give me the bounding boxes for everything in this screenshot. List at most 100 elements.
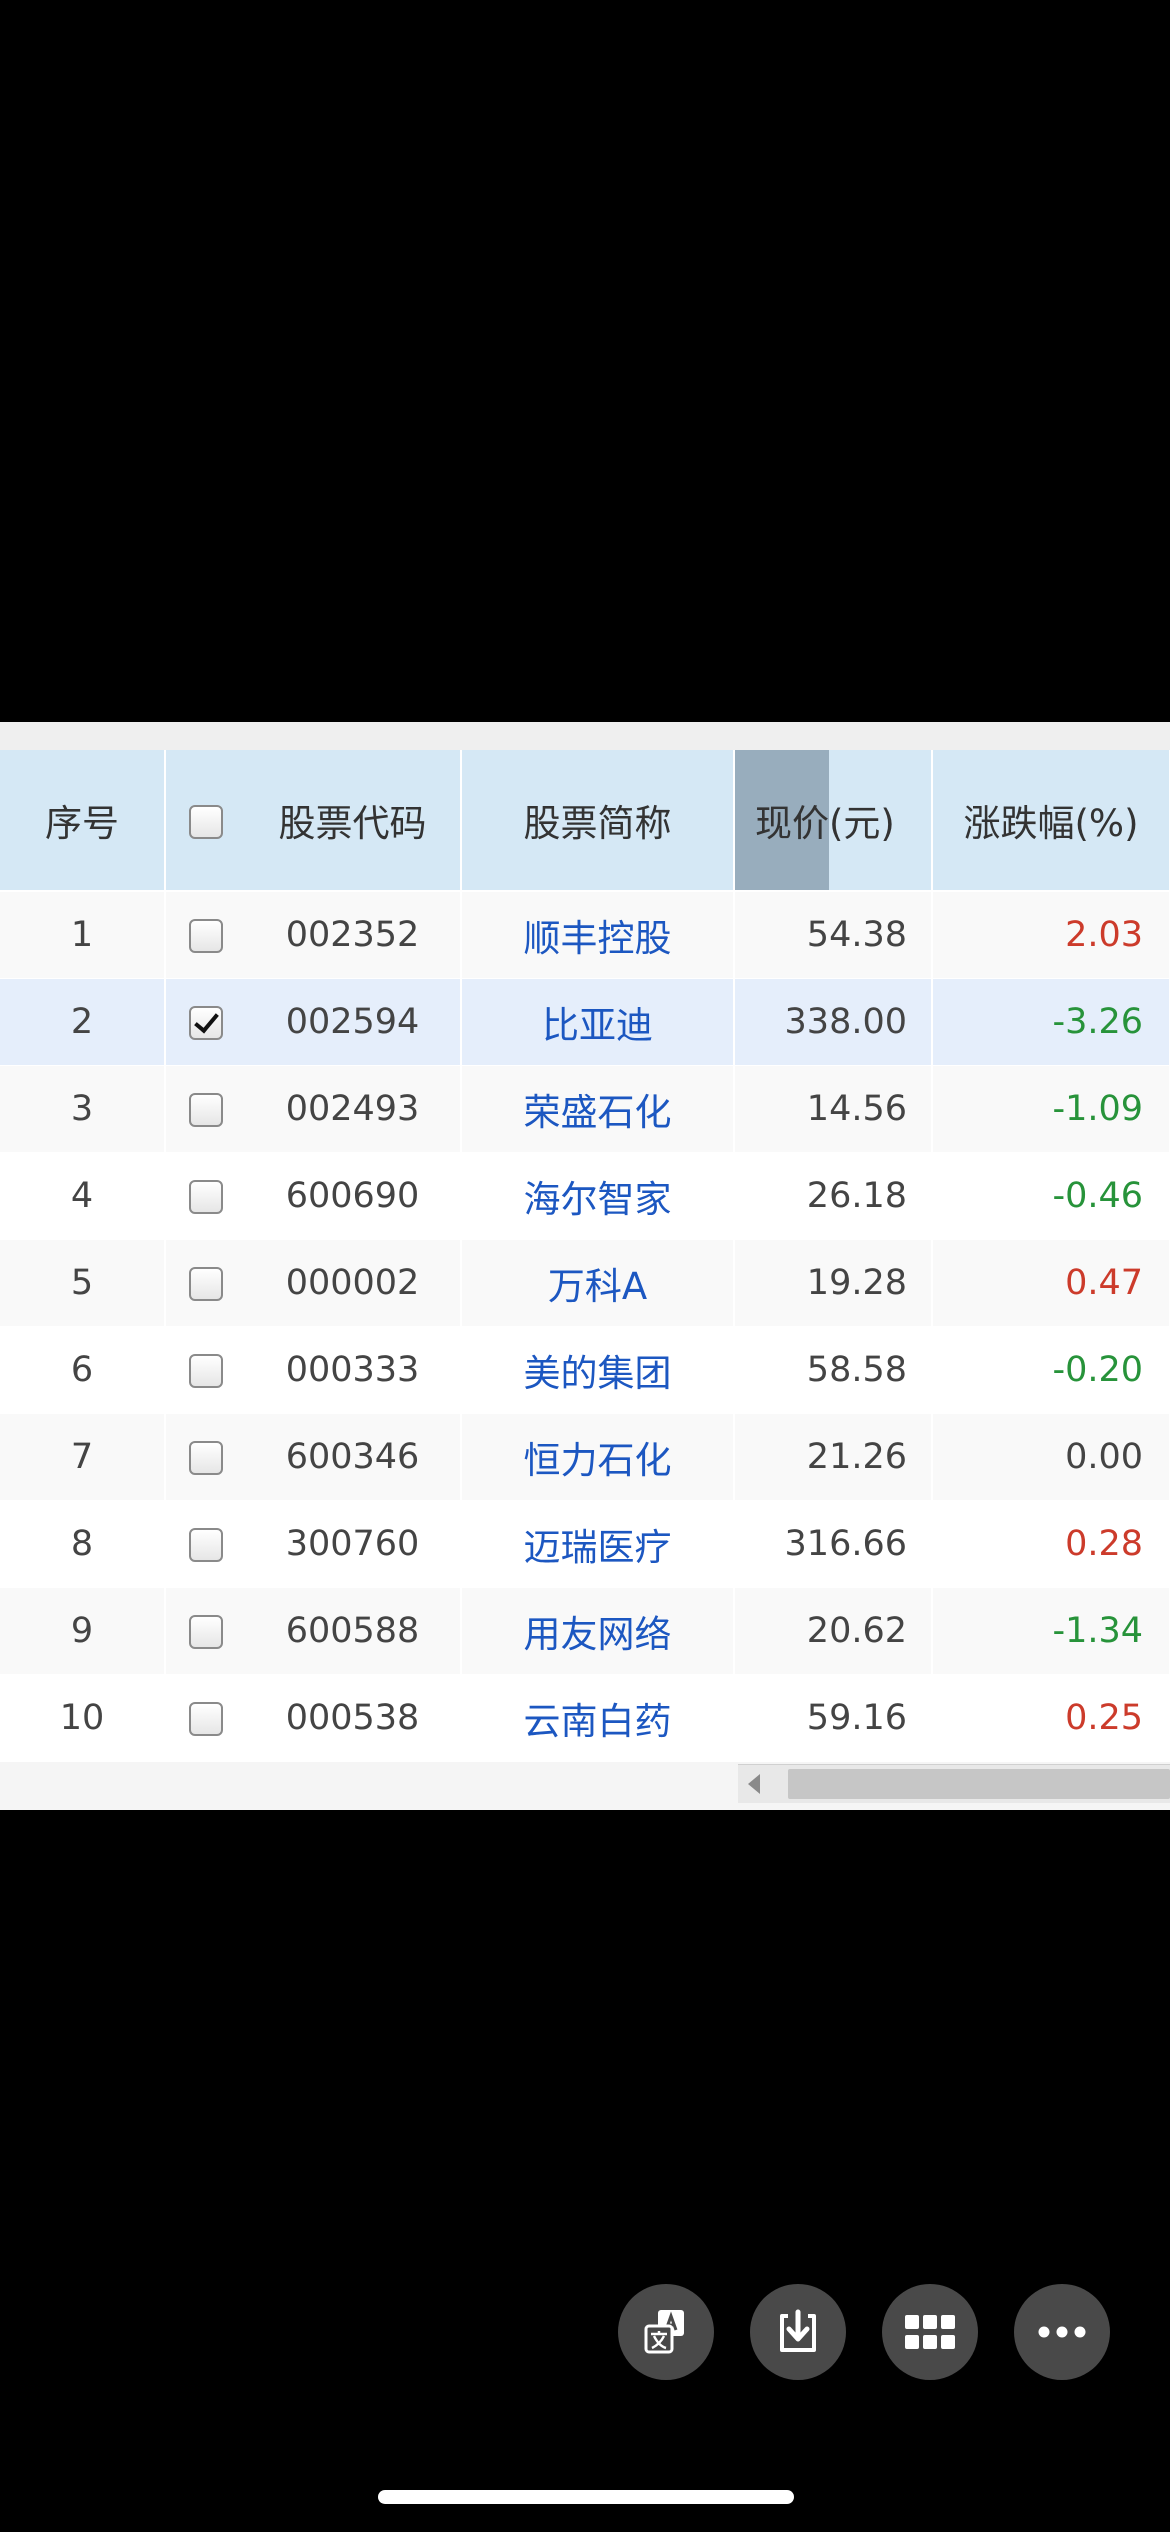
grid-icon — [905, 2315, 955, 2349]
cell-seq: 9 — [0, 1587, 166, 1675]
cell-seq: 8 — [0, 1500, 166, 1588]
table-row[interactable]: 6 000333 美的集团 58.58 -0.20 — [0, 1326, 1170, 1414]
cell-seq: 1 — [0, 891, 166, 979]
table-header-row: 序号 股票代码 股票简称 现价(元) 涨跌幅(%) — [0, 750, 1170, 892]
cell-select — [165, 1065, 245, 1153]
cell-code: 000002 — [245, 1239, 462, 1327]
cell-name-link[interactable]: 万科A — [461, 1239, 735, 1327]
cell-seq: 4 — [0, 1152, 166, 1240]
cell-price: 26.18 — [734, 1152, 933, 1240]
screenshot-image: 同花 www 序号 股票代码 股票简称 现价(元) 涨跌幅 — [0, 722, 1170, 1810]
table-row[interactable]: 1 002352 顺丰控股 54.38 2.03 — [0, 891, 1170, 979]
cell-seq: 3 — [0, 1065, 166, 1153]
home-indicator[interactable] — [378, 2490, 794, 2504]
translate-button[interactable] — [618, 2284, 714, 2380]
cell-seq: 5 — [0, 1239, 166, 1327]
cell-price: 59.16 — [734, 1674, 933, 1762]
table-row[interactable]: 10 000538 云南白药 59.16 0.25 — [0, 1674, 1170, 1762]
column-header-price[interactable]: 现价(元) — [734, 750, 933, 892]
cell-name-link[interactable]: 顺丰控股 — [461, 891, 735, 979]
cell-code: 600690 — [245, 1152, 462, 1240]
cell-code: 002594 — [245, 978, 462, 1066]
cell-change: -0.46 — [932, 1152, 1170, 1240]
row-checkbox[interactable] — [188, 1528, 223, 1562]
cell-name-link[interactable]: 比亚迪 — [461, 978, 735, 1066]
row-checkbox[interactable] — [188, 1006, 223, 1040]
row-checkbox[interactable] — [188, 1267, 223, 1301]
cell-code: 600588 — [245, 1587, 462, 1675]
cell-change: 0.28 — [932, 1500, 1170, 1588]
more-button[interactable] — [1014, 2284, 1110, 2380]
image-viewer: 同花 www 序号 股票代码 股票简称 现价(元) 涨跌幅 — [0, 0, 1170, 2532]
cell-name-link[interactable]: 荣盛石化 — [461, 1065, 735, 1153]
scrollbar-thumb[interactable] — [788, 1769, 1170, 1799]
screenshot-top-band — [0, 722, 1170, 751]
cell-price: 54.38 — [734, 891, 933, 979]
cell-select — [165, 1326, 245, 1414]
row-checkbox[interactable] — [188, 1093, 223, 1127]
cell-price: 316.66 — [734, 1500, 933, 1588]
cell-name-link[interactable]: 美的集团 — [461, 1326, 735, 1414]
cell-change: 0.00 — [932, 1413, 1170, 1501]
table-row[interactable]: 3 002493 荣盛石化 14.56 -1.09 — [0, 1065, 1170, 1153]
column-header-code[interactable]: 股票代码 — [245, 750, 462, 892]
cell-change: 2.03 — [932, 891, 1170, 979]
cell-select — [165, 891, 245, 979]
cell-code: 002493 — [245, 1065, 462, 1153]
cell-select — [165, 1239, 245, 1327]
row-checkbox[interactable] — [188, 1615, 223, 1649]
grid-button[interactable] — [882, 2284, 978, 2380]
cell-seq: 7 — [0, 1413, 166, 1501]
cell-change: -1.09 — [932, 1065, 1170, 1153]
cell-seq: 6 — [0, 1326, 166, 1414]
more-icon — [1038, 2326, 1086, 2338]
cell-name-link[interactable]: 用友网络 — [461, 1587, 735, 1675]
cell-code: 002352 — [245, 891, 462, 979]
cell-code: 600346 — [245, 1413, 462, 1501]
cell-change: -3.26 — [932, 978, 1170, 1066]
cell-change: -1.34 — [932, 1587, 1170, 1675]
cell-name-link[interactable]: 云南白药 — [461, 1674, 735, 1762]
row-checkbox[interactable] — [188, 919, 223, 953]
cell-name-link[interactable]: 海尔智家 — [461, 1152, 735, 1240]
cell-price: 19.28 — [734, 1239, 933, 1327]
column-header-change[interactable]: 涨跌幅(%) — [932, 750, 1170, 892]
select-all-checkbox[interactable] — [188, 805, 223, 839]
cell-select — [165, 1674, 245, 1762]
cell-price: 21.26 — [734, 1413, 933, 1501]
table-row[interactable]: 2 002594 比亚迪 338.00 -3.26 — [0, 978, 1170, 1066]
column-header-price-label: 现价(元) — [755, 802, 895, 845]
column-header-seq[interactable]: 序号 — [0, 750, 166, 892]
horizontal-scrollbar[interactable] — [738, 1764, 1170, 1803]
column-header-name[interactable]: 股票简称 — [461, 750, 735, 892]
cell-name-link[interactable]: 迈瑞医疗 — [461, 1500, 735, 1588]
cell-name-link[interactable]: 恒力石化 — [461, 1413, 735, 1501]
column-header-select — [165, 750, 245, 892]
cell-change: 0.47 — [932, 1239, 1170, 1327]
cell-code: 000538 — [245, 1674, 462, 1762]
table-row[interactable]: 7 600346 恒力石化 21.26 0.00 — [0, 1413, 1170, 1501]
cell-code: 300760 — [245, 1500, 462, 1588]
row-checkbox[interactable] — [188, 1441, 223, 1475]
row-checkbox[interactable] — [188, 1354, 223, 1388]
table-row[interactable]: 9 600588 用友网络 20.62 -1.34 — [0, 1587, 1170, 1675]
download-icon — [774, 2308, 822, 2356]
cell-select — [165, 1413, 245, 1501]
cell-seq: 10 — [0, 1674, 166, 1762]
table-row[interactable]: 8 300760 迈瑞医疗 316.66 0.28 — [0, 1500, 1170, 1588]
translate-icon — [640, 2306, 692, 2358]
row-checkbox[interactable] — [188, 1180, 223, 1214]
cell-seq: 2 — [0, 978, 166, 1066]
cell-select — [165, 1152, 245, 1240]
cell-price: 14.56 — [734, 1065, 933, 1153]
stock-table: 序号 股票代码 股票简称 现价(元) 涨跌幅(%) 1 002352 顺丰控股 54.… — [0, 750, 1170, 1762]
scroll-left-arrow-icon[interactable] — [748, 1774, 760, 1794]
download-button[interactable] — [750, 2284, 846, 2380]
table-row[interactable]: 5 000002 万科A 19.28 0.47 — [0, 1239, 1170, 1327]
cell-select — [165, 1500, 245, 1588]
cell-select — [165, 978, 245, 1066]
table-row[interactable]: 4 600690 海尔智家 26.18 -0.46 — [0, 1152, 1170, 1240]
cell-change: 0.25 — [932, 1674, 1170, 1762]
row-checkbox[interactable] — [188, 1702, 223, 1736]
cell-change: -0.20 — [932, 1326, 1170, 1414]
